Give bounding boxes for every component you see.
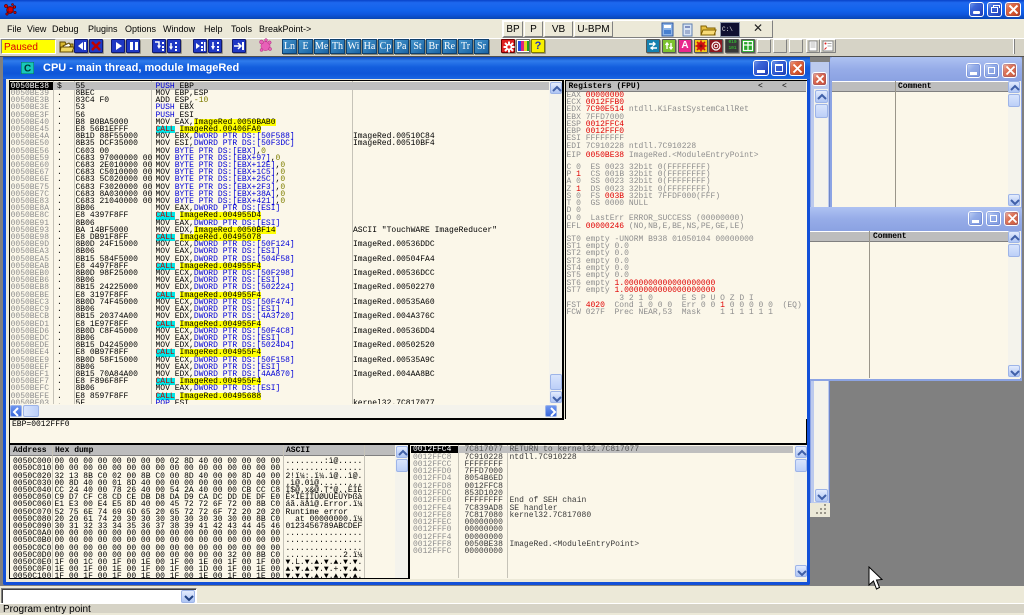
svg-text:C: C [24, 64, 31, 75]
svg-text:C:\: C:\ [722, 26, 733, 33]
